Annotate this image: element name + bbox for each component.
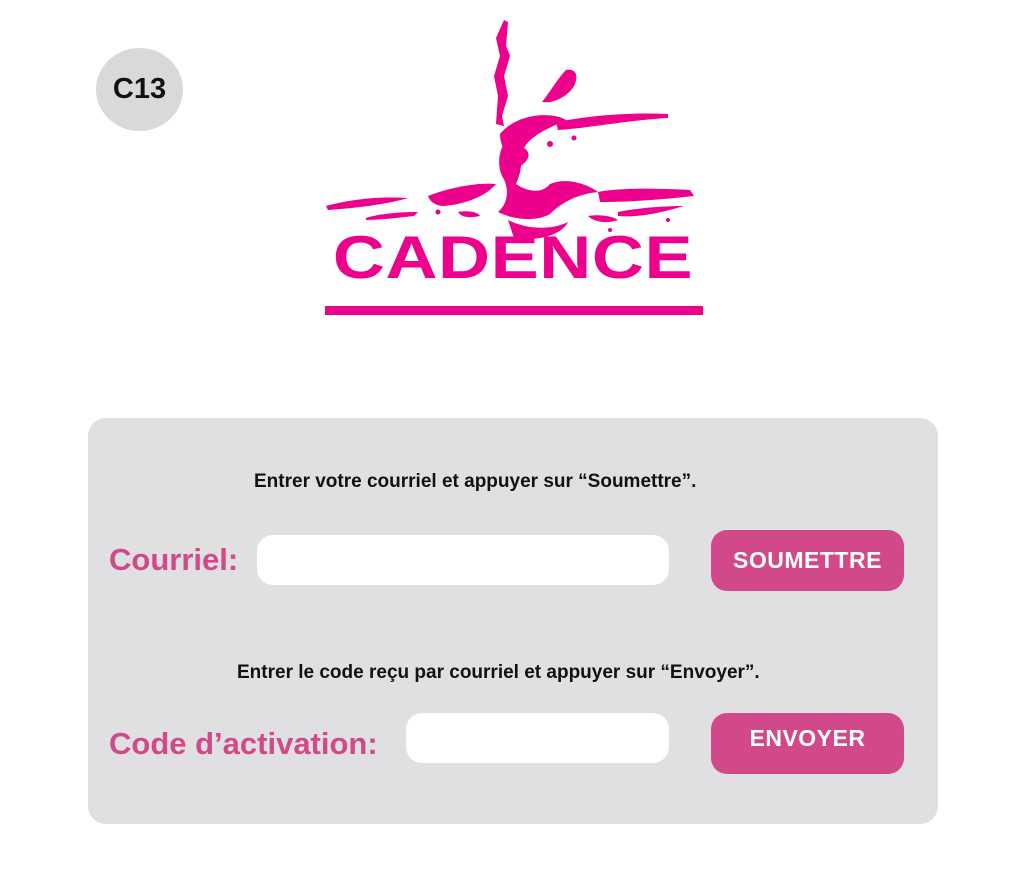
email-instruction: Entrer votre courriel et appuyer sur “So… bbox=[254, 471, 697, 492]
send-button[interactable]: ENVOYER bbox=[711, 713, 904, 774]
email-field[interactable] bbox=[257, 535, 669, 585]
code-instruction: Entrer le code reçu par courriel et appu… bbox=[237, 662, 760, 683]
email-label: Courriel: bbox=[109, 542, 239, 577]
screen-id-badge: C13 bbox=[96, 48, 183, 131]
activation-panel: Entrer votre courriel et appuyer sur “So… bbox=[88, 418, 938, 824]
cadence-wordmark: CADENCE bbox=[332, 224, 694, 291]
activation-code-label: Code d’activation: bbox=[109, 726, 378, 761]
submit-button[interactable]: SOUMETTRE bbox=[711, 530, 904, 591]
logo-underline bbox=[325, 306, 703, 315]
activation-code-field[interactable] bbox=[406, 713, 669, 763]
